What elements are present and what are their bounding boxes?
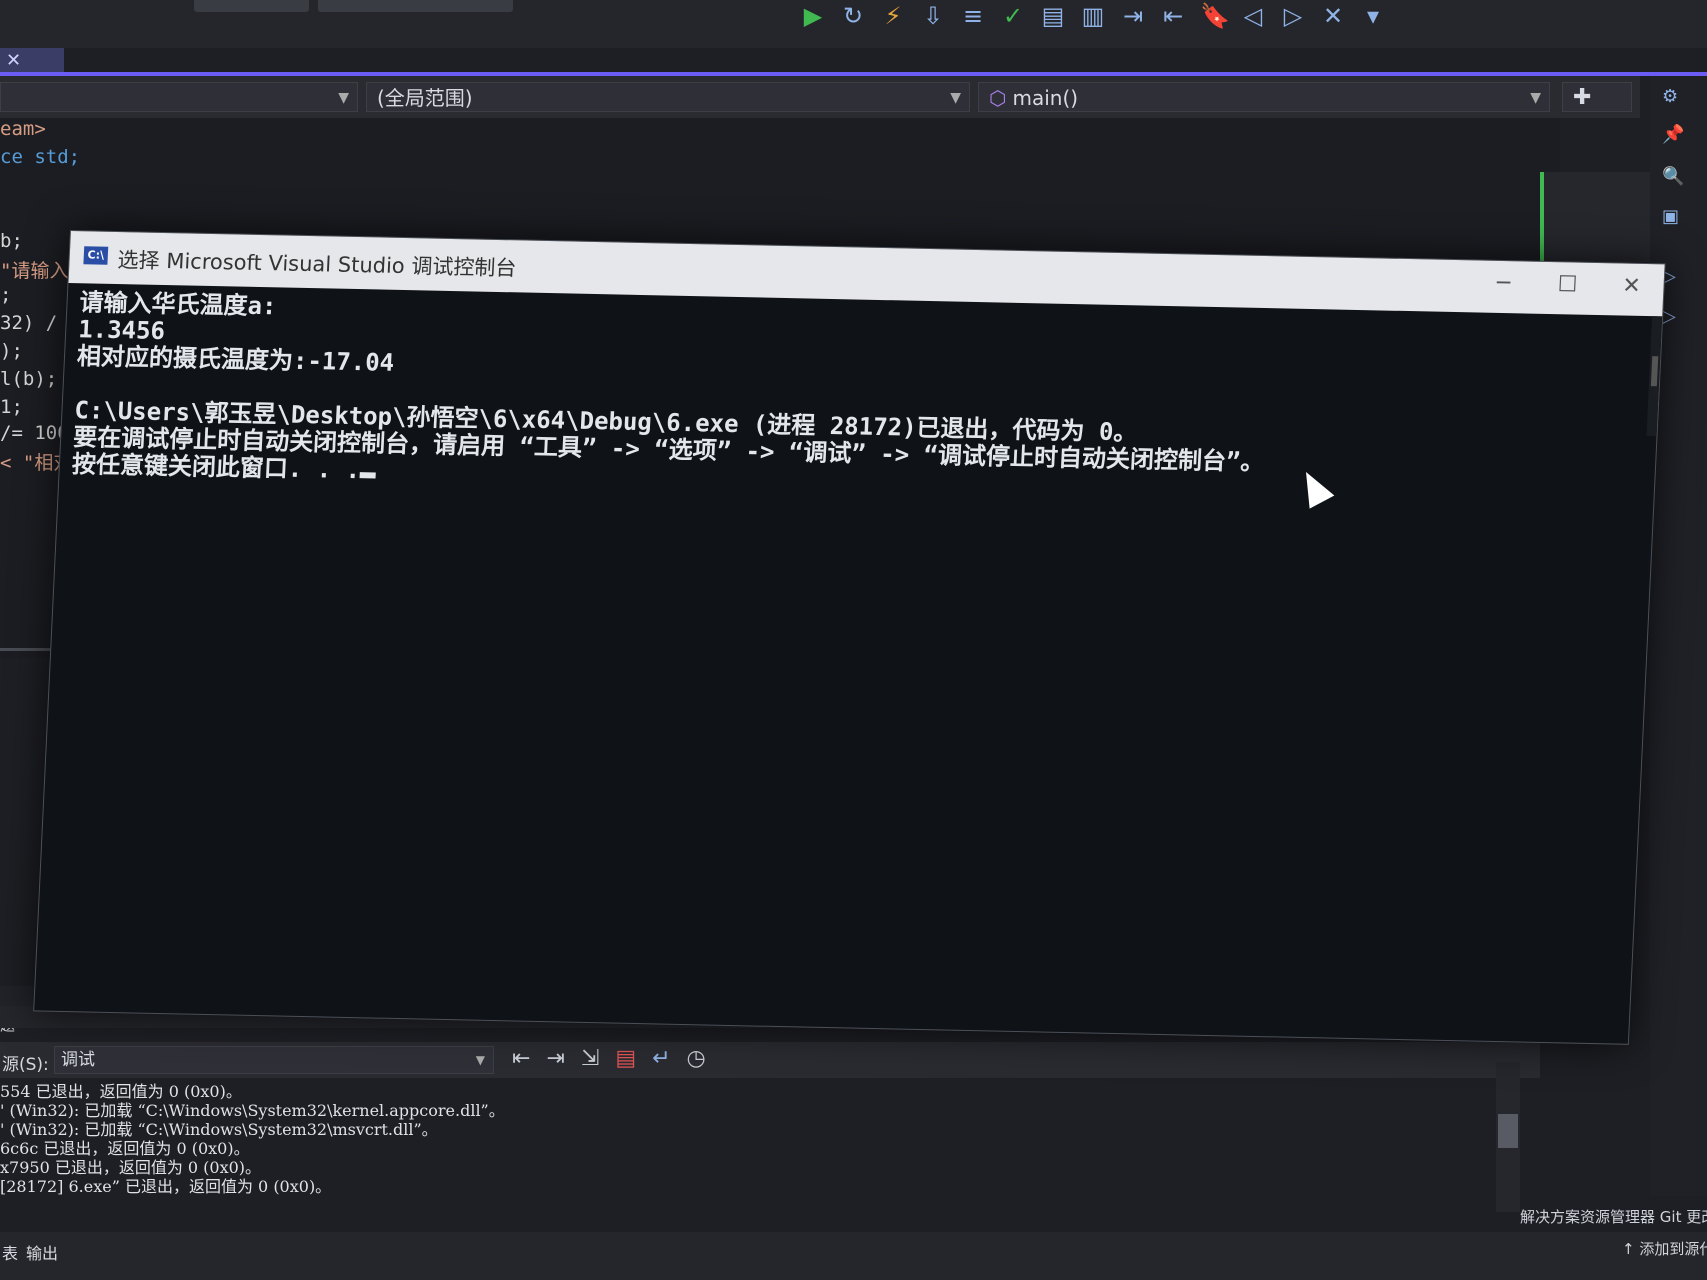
next-bookmark-icon[interactable]: ▷ bbox=[1280, 2, 1306, 30]
navigation-bar: ▼ (全局范围) ▼ ⬡ main() ▼ ✚ bbox=[0, 76, 1640, 118]
code-line: l(b); bbox=[0, 368, 58, 390]
prev-message-icon[interactable]: ⇤ bbox=[512, 1046, 530, 1071]
maximize-icon[interactable]: ☐ bbox=[1547, 272, 1588, 298]
check-icon[interactable]: ✓ bbox=[1000, 2, 1026, 30]
uncomment-icon[interactable]: ▥ bbox=[1080, 2, 1106, 30]
toolbar-overflow-icon[interactable]: ▾ bbox=[1360, 2, 1386, 30]
pin-icon[interactable]: 📌 bbox=[1662, 124, 1684, 145]
code-line: eam> bbox=[0, 118, 46, 140]
toolbar-platform-dropdown[interactable] bbox=[318, 0, 513, 12]
start-debug-icon[interactable]: ▶ bbox=[800, 2, 826, 30]
arrow-right-icon[interactable]: ▷ bbox=[1662, 306, 1676, 327]
solution-explorer-label: 解决方案资源管理器 bbox=[1520, 1208, 1656, 1226]
output-log[interactable]: 554 已退出，返回值为 0 (0x0)。 ' (Win32): 已加载 “C:… bbox=[0, 1080, 1510, 1202]
log-line: x7950 已退出，返回值为 0 (0x0)。 bbox=[0, 1158, 262, 1177]
console-output[interactable]: 请输入华氏温度a: 1.3456 相对应的摄氏温度为:-17.04 C:\Use… bbox=[59, 283, 1662, 517]
solution-explorer-tab[interactable]: 解决方案资源管理器 Git 更改 bbox=[1520, 1206, 1707, 1227]
function-dropdown[interactable]: ⬡ main() ▼ bbox=[978, 82, 1550, 112]
split-editor-button[interactable]: ✚ bbox=[1562, 82, 1632, 112]
add-to-source-control[interactable]: ↑ 添加到源代码管理 bbox=[1622, 1238, 1707, 1259]
step-icon[interactable]: ⇩ bbox=[920, 2, 946, 30]
clear-bookmark-icon[interactable]: ✕ bbox=[1320, 2, 1346, 30]
code-line: 32) / bbox=[0, 312, 58, 334]
log-line: [28172] 6.exe” 已退出，返回值为 0 (0x0)。 bbox=[0, 1177, 332, 1196]
log-line: ' (Win32): 已加载 “C:\Windows\System32\msvc… bbox=[0, 1120, 438, 1139]
code-line: "请输入 bbox=[0, 260, 69, 282]
prev-bookmark-icon[interactable]: ◁ bbox=[1240, 2, 1266, 30]
next-message-icon[interactable]: ⇥ bbox=[546, 1046, 564, 1071]
settings-icon[interactable]: ⚙ bbox=[1662, 86, 1678, 107]
minimize-icon[interactable]: ─ bbox=[1483, 271, 1524, 297]
outdent-icon[interactable]: ⇤ bbox=[1160, 2, 1186, 30]
document-tab[interactable]: ✕ bbox=[0, 48, 64, 74]
format-icon[interactable]: ≡ bbox=[960, 2, 986, 30]
chevron-down-icon: ▼ bbox=[338, 90, 349, 106]
search-icon[interactable]: 🔍 bbox=[1662, 166, 1684, 187]
main-toolbar: ▶ ↻ ⚡ ⇩ ≡ ✓ ▤ ▥ ⇥ ⇤ 🔖 ◁ ▷ ✕ ▾ bbox=[0, 0, 1707, 48]
code-line: ); bbox=[0, 340, 23, 362]
output-actions: ⇤ ⇥ ⇲ ▤ ↵ ◷ bbox=[512, 1046, 706, 1071]
code-line: 1; bbox=[0, 396, 23, 418]
chevron-down-icon: ▼ bbox=[1530, 90, 1541, 106]
text-cursor bbox=[359, 472, 377, 479]
toolbar-config-dropdown[interactable] bbox=[194, 0, 309, 12]
hot-reload-icon[interactable]: ⚡ bbox=[880, 2, 906, 30]
indent-icon[interactable]: ⇥ bbox=[1120, 2, 1146, 30]
cube-icon: ⬡ bbox=[989, 86, 1007, 110]
comment-icon[interactable]: ▤ bbox=[1040, 2, 1066, 30]
chevron-down-icon: ▼ bbox=[475, 1053, 485, 1067]
scope-dropdown[interactable]: (全局范围) ▼ bbox=[366, 82, 970, 112]
debug-console-window[interactable]: C:\ 选择 Microsoft Visual Studio 调试控制台 ─ ☐… bbox=[33, 230, 1666, 1045]
source-label: 源(S): bbox=[2, 1055, 49, 1075]
tab-output[interactable]: 输出 bbox=[26, 1240, 58, 1264]
clear-all-icon[interactable]: ▤ bbox=[615, 1046, 636, 1071]
close-tab-icon[interactable]: ✕ bbox=[6, 50, 21, 71]
output-toolbar: 源(S): 调试 ▼ ⇤ ⇥ ⇲ ▤ ↵ ◷ bbox=[0, 1042, 1540, 1078]
function-label: main() bbox=[1012, 86, 1079, 110]
restart-icon[interactable]: ↻ bbox=[840, 2, 866, 30]
console-app-icon: C:\ bbox=[83, 246, 109, 265]
log-line: 6c6c 已退出，返回值为 0 (0x0)。 bbox=[0, 1139, 250, 1158]
output-source-dropdown[interactable]: 调试 ▼ bbox=[54, 1046, 494, 1074]
tab-error-list[interactable]: 表 bbox=[2, 1240, 18, 1264]
word-wrap-icon[interactable]: ↵ bbox=[652, 1046, 670, 1071]
scope-label: (全局范围) bbox=[377, 86, 473, 110]
bottom-tab-bar: 表 输出 解决方案资源管理器 Git 更改 ↑ 添加到源代码管理 bbox=[0, 1208, 1707, 1280]
next-error-icon[interactable]: ⇲ bbox=[581, 1046, 599, 1071]
bookmark-icon[interactable]: 🔖 bbox=[1200, 2, 1230, 30]
right-tool-strip: ⚙ 📌 🔍 ▣ ▷ ▷ bbox=[1650, 76, 1707, 1196]
output-scrollbar[interactable] bbox=[1496, 1062, 1520, 1212]
panel-icon[interactable]: ▣ bbox=[1662, 206, 1679, 227]
toolbar-icons: ▶ ↻ ⚡ ⇩ ≡ ✓ ▤ ▥ ⇥ ⇤ 🔖 ◁ ▷ ✕ ▾ bbox=[800, 2, 1386, 30]
output-source-value: 调试 bbox=[61, 1050, 95, 1070]
add-to-source-label: 添加到源代码管理 bbox=[1639, 1240, 1707, 1258]
console-title: 选择 Microsoft Visual Studio 调试控制台 bbox=[117, 248, 517, 281]
project-dropdown[interactable]: ▼ bbox=[0, 82, 358, 112]
code-line: ce std; bbox=[0, 146, 81, 168]
minimap[interactable] bbox=[1540, 172, 1654, 262]
code-line: ; bbox=[0, 284, 12, 306]
log-line: 554 已退出，返回值为 0 (0x0)。 bbox=[0, 1082, 242, 1101]
git-changes-label: Git 更改 bbox=[1659, 1208, 1707, 1226]
console-prompt-text: 按任意键关闭此窗口. . . bbox=[71, 450, 361, 485]
timestamp-icon[interactable]: ◷ bbox=[687, 1046, 706, 1071]
chevron-down-icon: ▼ bbox=[950, 90, 961, 106]
close-icon[interactable]: ✕ bbox=[1611, 273, 1652, 299]
log-line: ' (Win32): 已加载 “C:\Windows\System32\kern… bbox=[0, 1101, 505, 1120]
code-line: b; bbox=[0, 230, 23, 252]
